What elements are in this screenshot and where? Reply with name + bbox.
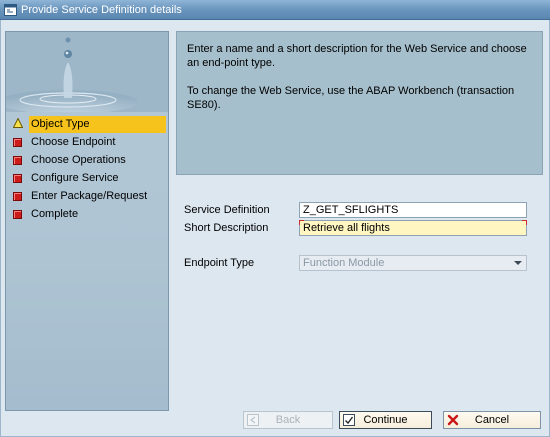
red-square-icon [13,210,22,219]
step-choose-endpoint[interactable]: Choose Endpoint [9,134,166,152]
short-description-label: Short Description [184,222,269,234]
wizard-step-list: Object Type Choose Endpoint Choose Opera… [9,116,166,224]
step-object-type[interactable]: Object Type [9,116,166,134]
red-square-icon [13,156,22,165]
red-square-icon [13,138,22,147]
dialog-window: Object Type Choose Endpoint Choose Opera… [0,20,550,437]
service-definition-row: Service Definition Z_GET_SFLIGHTS [176,202,543,218]
step-enter-package-request[interactable]: Enter Package/Request [9,188,166,206]
close-icon [447,414,459,426]
short-description-row: Short Description Retrieve all flights [176,220,543,236]
warning-triangle-icon [13,118,23,128]
step-label: Object Type [29,116,166,133]
instructions-note: To change the Web Service, use the ABAP … [187,85,515,111]
step-choose-operations[interactable]: Choose Operations [9,152,166,170]
endpoint-type-dropdown[interactable]: Function Module [299,255,527,271]
instructions-panel: Enter a name and a short description for… [176,31,543,175]
title-bar: Provide Service Definition details [0,0,550,20]
step-complete[interactable]: Complete [9,206,166,224]
sap-window-icon [4,4,17,16]
service-definition-field[interactable]: Z_GET_SFLIGHTS [299,202,527,218]
chevron-down-icon[interactable] [514,261,522,265]
continue-icon [343,414,355,426]
back-button[interactable]: Back [243,411,333,429]
continue-button-label: Continue [363,414,408,426]
back-button-label: Back [275,414,301,426]
endpoint-type-row: Endpoint Type Function Module [176,255,543,271]
wizard-steps-panel: Object Type Choose Endpoint Choose Opera… [5,31,169,411]
red-square-icon [13,174,22,183]
step-label: Enter Package/Request [31,190,148,202]
step-label: Choose Operations [31,154,126,166]
service-definition-label: Service Definition [184,204,270,216]
water-drop-graphic [6,32,168,112]
step-label: Complete [31,208,79,220]
cancel-button[interactable]: Cancel [443,411,541,429]
continue-button[interactable]: Continue [339,411,432,429]
instructions-text: Enter a name and a short description for… [187,43,527,69]
endpoint-type-label: Endpoint Type [184,257,255,269]
window-title: Provide Service Definition details [21,4,182,16]
cancel-button-label: Cancel [474,414,510,426]
step-configure-service[interactable]: Configure Service [9,170,166,188]
button-bar: Back Continue Cancel [1,411,550,431]
back-icon [247,414,259,426]
red-square-icon [13,192,22,201]
step-label: Configure Service [31,172,119,184]
step-label: Choose Endpoint [31,136,116,148]
short-description-field[interactable]: Retrieve all flights [299,220,527,236]
endpoint-type-value: Function Module [303,257,385,269]
